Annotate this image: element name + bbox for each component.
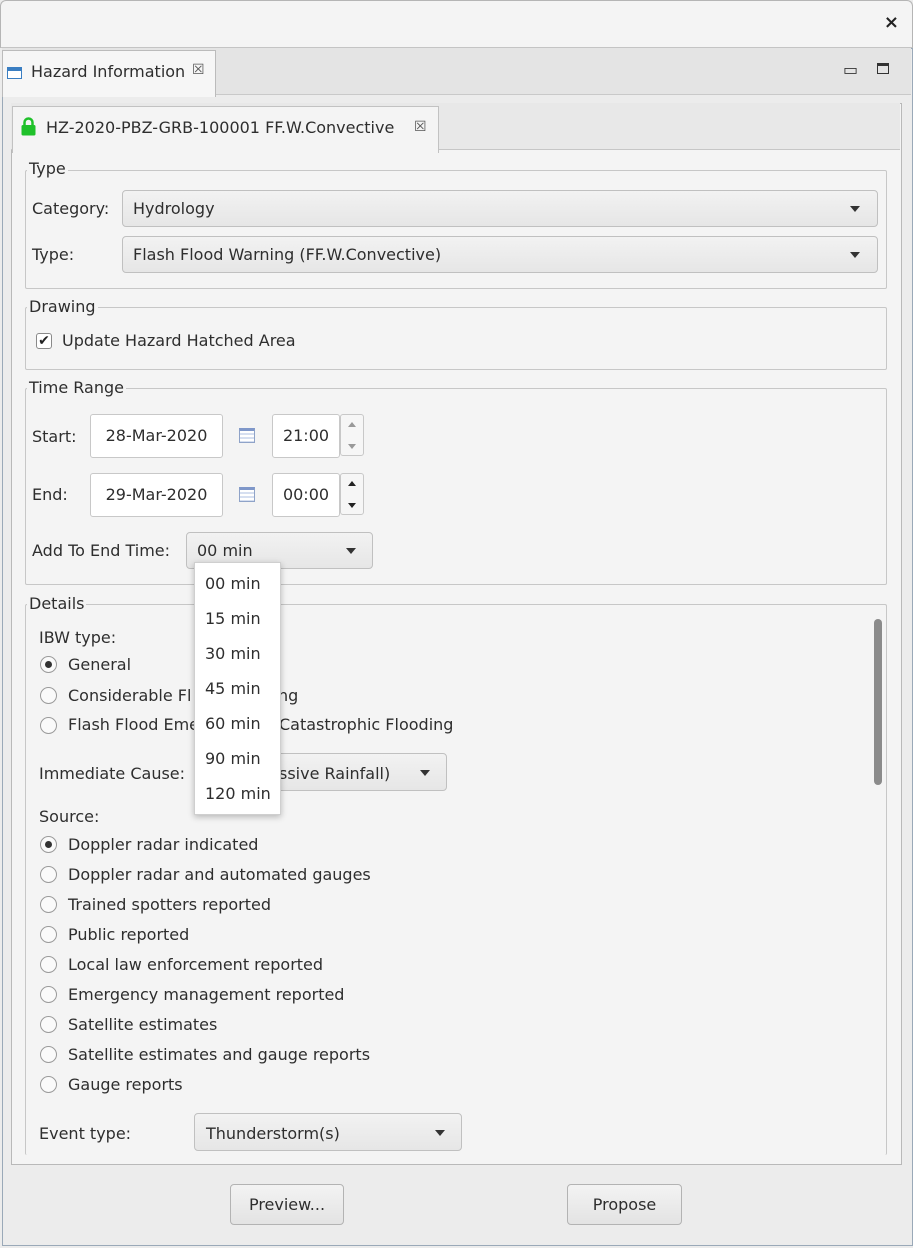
- source-option-2: Trained spotters reported: [68, 895, 272, 914]
- source-radio-6[interactable]: [40, 1016, 57, 1033]
- dropdown-option-1[interactable]: 15 min: [205, 609, 261, 628]
- end-time-down-icon[interactable]: [348, 503, 356, 508]
- update-hatched-checkbox[interactable]: ✔: [36, 333, 52, 349]
- start-calendar-icon[interactable]: [239, 428, 255, 443]
- source-option-7: Satellite estimates and gauge reports: [68, 1045, 371, 1064]
- ibw-option-general: General: [68, 655, 132, 674]
- category-combo[interactable]: [122, 190, 878, 227]
- end-time-spinner[interactable]: [340, 473, 364, 515]
- type-label: Type:: [32, 245, 75, 264]
- add-to-end-label: Add To End Time:: [32, 541, 171, 560]
- ibw-option-considerable-tail: ng: [278, 686, 299, 705]
- propose-button[interactable]: Propose: [567, 1184, 682, 1225]
- hazard-tab-label: HZ-2020-PBZ-GRB-100001 FF.W.Convective: [46, 118, 395, 137]
- source-option-3: Public reported: [68, 925, 190, 944]
- dropdown-option-4[interactable]: 60 min: [205, 714, 261, 733]
- source-option-8: Gauge reports: [68, 1075, 183, 1094]
- end-calendar-icon[interactable]: [239, 487, 255, 502]
- end-time-field[interactable]: 00:00: [272, 473, 340, 517]
- ibw-radio-general[interactable]: [40, 656, 57, 673]
- window-close-icon[interactable]: ×: [884, 12, 899, 33]
- ibw-option-emergency: Flash Flood Eme: [68, 715, 200, 734]
- source-option-5: Emergency management reported: [68, 985, 345, 1004]
- view-tab-label: Hazard Information: [31, 62, 186, 81]
- type-chevron-down-icon: [850, 252, 860, 258]
- ibw-option-emergency-tail: Catastrophic Flooding: [279, 715, 454, 734]
- source-option-4: Local law enforcement reported: [68, 955, 324, 974]
- immediate-cause-chevron-down-icon: [420, 770, 430, 776]
- source-radio-0[interactable]: [40, 836, 57, 853]
- end-time-up-icon[interactable]: [348, 481, 356, 486]
- preview-button[interactable]: Preview...: [230, 1184, 344, 1225]
- start-time-field[interactable]: 21:00: [272, 414, 340, 458]
- end-label: End:: [32, 485, 68, 504]
- source-label: Source:: [39, 807, 100, 826]
- drawing-group-legend: Drawing: [27, 297, 98, 316]
- view-window-icon: [7, 67, 22, 79]
- end-date-field[interactable]: 29-Mar-2020: [90, 473, 223, 517]
- details-legend: Details: [27, 594, 87, 613]
- start-label: Start:: [32, 427, 77, 446]
- category-label: Category:: [32, 199, 110, 218]
- ibw-type-label: IBW type:: [39, 628, 117, 647]
- start-time-spinner[interactable]: [340, 414, 364, 456]
- start-date-field[interactable]: 28-Mar-2020: [90, 414, 223, 458]
- category-chevron-down-icon: [850, 206, 860, 212]
- immediate-cause-value: ssive Rainfall): [279, 764, 391, 783]
- source-radio-3[interactable]: [40, 926, 57, 943]
- view-tab-close-icon[interactable]: ☒: [192, 62, 205, 78]
- start-time-down-icon[interactable]: [348, 444, 356, 449]
- details-scrollbar[interactable]: [874, 619, 882, 785]
- minimize-icon[interactable]: ▭: [843, 60, 858, 79]
- source-option-6: Satellite estimates: [68, 1015, 218, 1034]
- type-group-legend: Type: [27, 159, 68, 178]
- ibw-option-considerable: Considerable Fl: [68, 686, 192, 705]
- dropdown-option-2[interactable]: 30 min: [205, 644, 261, 663]
- source-radio-1[interactable]: [40, 866, 57, 883]
- window-titlebar: [0, 0, 913, 48]
- add-to-end-chevron-down-icon: [346, 548, 356, 554]
- event-type-chevron-down-icon: [435, 1130, 445, 1136]
- category-value: Hydrology: [133, 199, 215, 218]
- type-value: Flash Flood Warning (FF.W.Convective): [133, 245, 442, 264]
- dropdown-option-0[interactable]: 00 min: [205, 574, 261, 593]
- ibw-radio-considerable[interactable]: [40, 687, 57, 704]
- maximize-icon[interactable]: [877, 63, 889, 74]
- source-option-1: Doppler radar and automated gauges: [68, 865, 371, 884]
- source-radio-5[interactable]: [40, 986, 57, 1003]
- hazard-tab-close-icon[interactable]: ☒: [414, 119, 427, 135]
- immediate-cause-label: Immediate Cause:: [39, 764, 186, 783]
- ibw-radio-emergency[interactable]: [40, 717, 57, 734]
- source-radio-4[interactable]: [40, 956, 57, 973]
- event-type-value: Thunderstorm(s): [206, 1124, 340, 1143]
- dropdown-option-6[interactable]: 120 min: [205, 784, 271, 803]
- source-radio-8[interactable]: [40, 1076, 57, 1093]
- start-time-up-icon[interactable]: [348, 422, 356, 427]
- dropdown-option-5[interactable]: 90 min: [205, 749, 261, 768]
- time-range-legend: Time Range: [27, 378, 126, 397]
- event-type-label: Event type:: [39, 1124, 132, 1143]
- add-to-end-value: 00 min: [197, 541, 253, 560]
- update-hatched-label: Update Hazard Hatched Area: [62, 331, 296, 350]
- source-radio-7[interactable]: [40, 1046, 57, 1063]
- lock-icon: [21, 117, 36, 136]
- dropdown-option-3[interactable]: 45 min: [205, 679, 261, 698]
- source-option-0: Doppler radar indicated: [68, 835, 259, 854]
- source-radio-2[interactable]: [40, 896, 57, 913]
